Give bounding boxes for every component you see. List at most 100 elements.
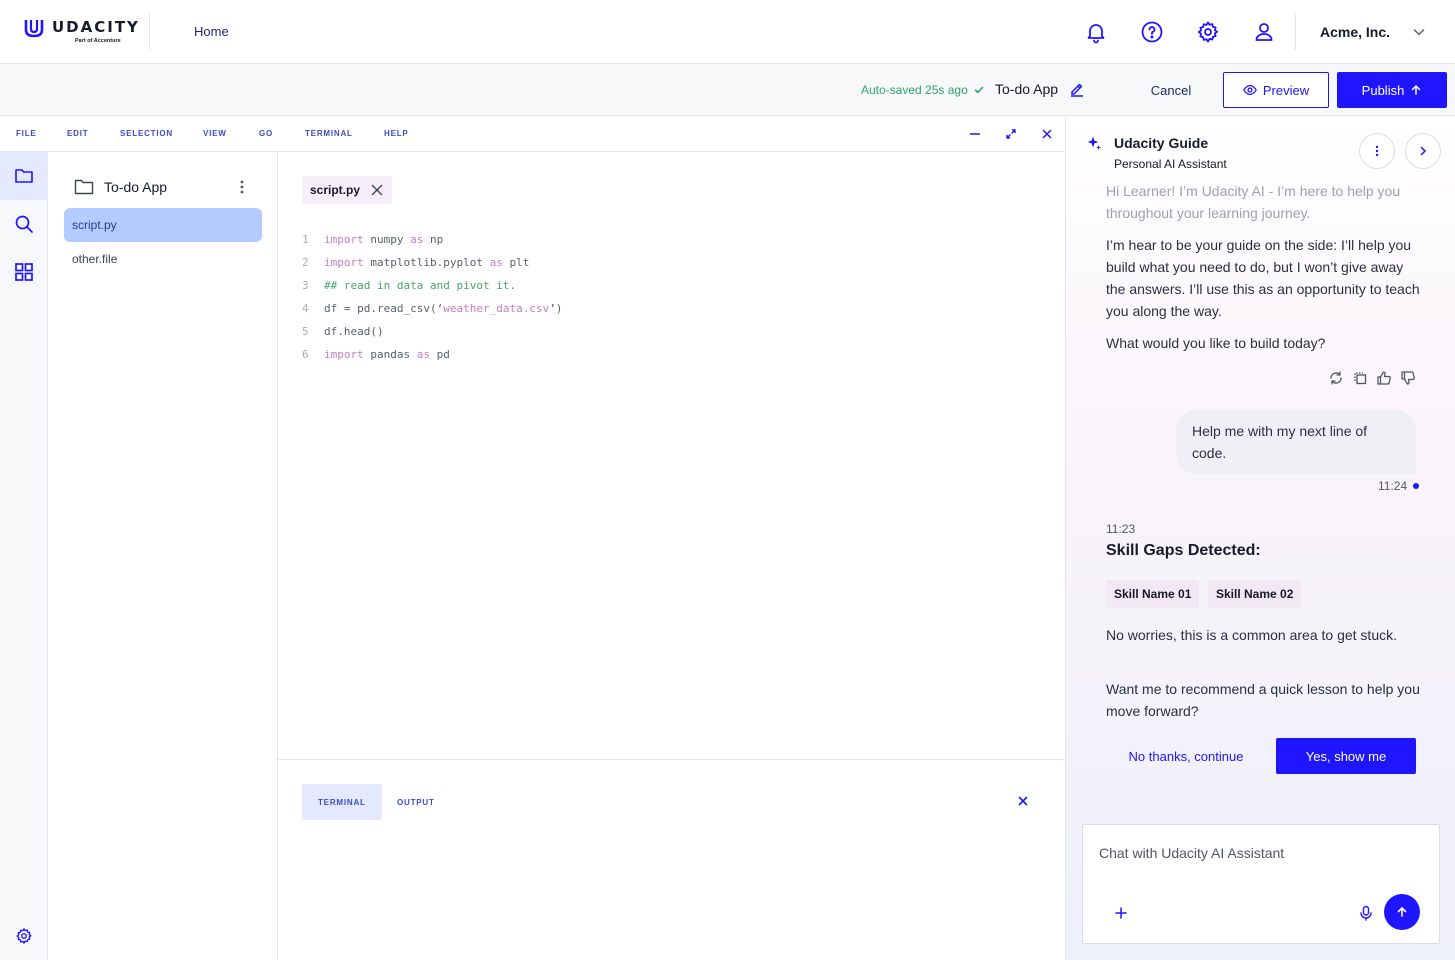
- code-line[interactable]: 2 import matplotlib.pyplot as plt: [302, 251, 562, 274]
- copy-icon[interactable]: [1352, 370, 1368, 386]
- folder-name: To-do App: [104, 179, 168, 195]
- pencil-icon[interactable]: [1069, 81, 1085, 97]
- udacity-logo[interactable]: UDACITY Part of Accenture: [23, 18, 140, 44]
- more-vertical-icon: [1375, 145, 1379, 157]
- code-token: ’): [549, 302, 563, 315]
- menu-selection[interactable]: SELECTION: [120, 129, 173, 138]
- home-link[interactable]: Home: [194, 24, 229, 39]
- code-token: import: [324, 233, 364, 246]
- code-token: as: [416, 348, 430, 361]
- preview-label: Preview: [1262, 82, 1310, 98]
- autosave-status: Auto-saved 25s ago: [861, 83, 984, 97]
- line-number: 6: [302, 348, 309, 361]
- publish-label: Publish: [1361, 82, 1405, 98]
- code-token: ## read in data and pivot it.: [324, 279, 517, 292]
- chevron-down-icon[interactable]: [1411, 24, 1427, 40]
- collapse-panel-button[interactable]: [1405, 133, 1441, 169]
- code-token: df.head(): [324, 325, 384, 338]
- arrow-up-icon: [1397, 906, 1407, 917]
- ai-assistant-panel: Udacity Guide Personal AI Assistant Hi L…: [1065, 116, 1455, 960]
- project-folder[interactable]: To-do App: [74, 178, 167, 196]
- code-token: import: [324, 348, 364, 361]
- line-number: 2: [302, 256, 309, 269]
- editor-tab[interactable]: script.py: [302, 176, 393, 204]
- no-thanks-button[interactable]: No thanks, continue: [1116, 738, 1256, 774]
- code-line[interactable]: 5 df.head(): [302, 320, 562, 343]
- user-message-time: 11:24: [1378, 479, 1420, 493]
- assistant-title: Udacity Guide: [1114, 135, 1209, 151]
- code-token: weather_data.csv: [443, 302, 550, 315]
- publish-button[interactable]: Publish: [1337, 72, 1447, 108]
- code-line[interactable]: 3 ## read in data and pivot it.: [302, 274, 562, 297]
- bottom-panel: TERMINAL OUTPUT: [278, 760, 1065, 960]
- close-icon[interactable]: [1039, 126, 1055, 142]
- search-icon: [15, 215, 33, 233]
- header-divider: [1295, 13, 1296, 50]
- chevron-right-icon: [1420, 146, 1427, 156]
- eye-icon: [1243, 84, 1257, 96]
- user-icon[interactable]: [1252, 20, 1276, 44]
- yes-show-me-button[interactable]: Yes, show me: [1276, 738, 1416, 774]
- close-icon[interactable]: [1016, 794, 1030, 808]
- code-editor: script.py 1 import numpy as np 2 import mat…: [278, 152, 1065, 760]
- menu-view[interactable]: VIEW: [203, 129, 227, 138]
- more-vertical-icon[interactable]: [234, 179, 250, 195]
- assistant-message: I’m hear to be your guide on the side: I…: [1106, 237, 1420, 319]
- timestamp: 11:24: [1378, 479, 1408, 493]
- refresh-icon[interactable]: [1328, 370, 1344, 386]
- expand-icon[interactable]: [1003, 126, 1019, 142]
- tab-output[interactable]: OUTPUT: [381, 784, 451, 820]
- tab-terminal[interactable]: TERMINAL: [302, 784, 382, 820]
- code-token: pd: [429, 348, 450, 361]
- bell-icon[interactable]: [1084, 20, 1108, 44]
- code-line[interactable]: 4 df = pd.read_csv(‘weather_data.csv’): [302, 297, 562, 320]
- thumbs-up-icon[interactable]: [1376, 370, 1392, 386]
- code-token: df = pd.read_csv(‘: [324, 302, 444, 315]
- extensions-tab[interactable]: [0, 248, 47, 296]
- skill-chip[interactable]: Skill Name 01: [1106, 580, 1200, 608]
- skill-gaps-title: Skill Gaps Detected:: [1106, 542, 1261, 559]
- assistant-subtitle: Personal AI Assistant: [1114, 157, 1227, 171]
- gear-icon[interactable]: [1196, 20, 1220, 44]
- close-icon[interactable]: [370, 183, 384, 197]
- file-item[interactable]: script.py: [64, 208, 262, 242]
- menu-go[interactable]: GO: [259, 129, 273, 138]
- microphone-icon[interactable]: [1358, 905, 1374, 921]
- code-area[interactable]: 1 import numpy as np 2 import matplotlib.py…: [302, 228, 562, 366]
- settings-tab[interactable]: [0, 912, 47, 960]
- preview-button[interactable]: Preview: [1223, 72, 1329, 108]
- menu-terminal[interactable]: TERMINAL: [305, 129, 353, 138]
- search-tab[interactable]: [0, 200, 47, 248]
- code-token: as: [489, 256, 503, 269]
- line-number: 3: [302, 279, 309, 292]
- explorer-tab[interactable]: [0, 152, 47, 200]
- help-icon[interactable]: [1140, 20, 1164, 44]
- project-toolbar: Auto-saved 25s ago To-do App Cancel Prev…: [0, 64, 1455, 116]
- skill-chip[interactable]: Skill Name 02: [1208, 580, 1302, 608]
- cancel-button[interactable]: Cancel: [1138, 72, 1204, 108]
- folder-icon: [14, 169, 33, 183]
- line-number: 1: [302, 233, 309, 246]
- send-button[interactable]: [1384, 894, 1420, 930]
- file-item[interactable]: other.file: [64, 242, 262, 276]
- ide-menu-bar: FILE EDIT SELECTION VIEW GO TERMINAL HEL…: [0, 116, 1065, 152]
- org-name[interactable]: Acme, Inc.: [1320, 24, 1390, 40]
- plus-icon[interactable]: [1113, 905, 1129, 921]
- menu-help[interactable]: HELP: [384, 129, 409, 138]
- grid-icon: [14, 263, 33, 281]
- code-token: plt: [502, 256, 530, 269]
- menu-edit[interactable]: EDIT: [67, 129, 88, 138]
- menu-file[interactable]: FILE: [16, 129, 37, 138]
- assistant-message: Want me to recommend a quick lesson to h…: [1106, 681, 1420, 719]
- user-message: Help me with my next line of code.: [1192, 423, 1368, 461]
- code-token: as: [410, 233, 424, 246]
- minimize-icon[interactable]: [967, 126, 983, 142]
- code-token: import: [324, 256, 364, 269]
- brand-tagline: Part of Accenture: [75, 38, 121, 44]
- code-line[interactable]: 1 import numpy as np: [302, 228, 562, 251]
- thumbs-down-icon[interactable]: [1400, 370, 1416, 386]
- more-vertical-button[interactable]: [1359, 133, 1395, 169]
- chat-input[interactable]: [1099, 845, 1419, 861]
- folder-icon: [74, 179, 94, 195]
- code-line[interactable]: 6 import pandas as pd: [302, 343, 562, 366]
